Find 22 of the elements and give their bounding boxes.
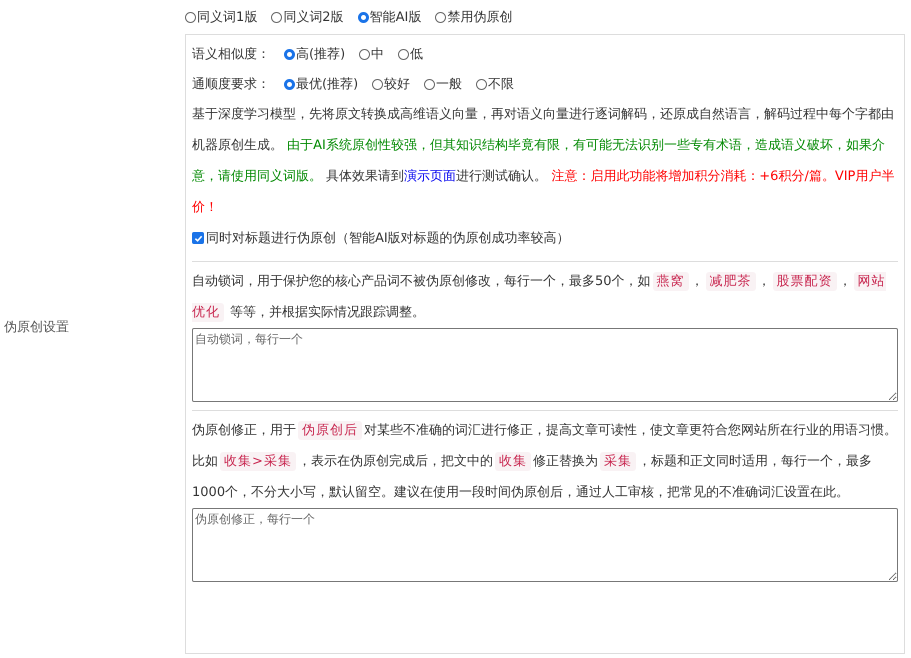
similarity-radio[interactable]: 高(推荐) — [284, 45, 346, 63]
ai-description: 基于深度学习模型，先将原文转换成高维语义向量，再对语义向量进行逐词解码，还原成自然语言，解码过程中每个字都由机器原创生成。 由于AI系统原创性较强，但其知识结构毕竟有限，有可能无法识别一些专有术语，造成语义破坏，如果介意，请使用同义词版。 具体效果请到演示页面进行测试确认。 注意：启用此功能将增加积分消耗：+6积分/篇。VIP用户半价！ — [192, 106, 896, 217]
similarity-radio[interactable]: 中 — [359, 45, 384, 63]
fluency-radio[interactable]: 最优(推荐) — [284, 75, 358, 93]
corrections-field[interactable]: 伪原创修正，每行一个 — [192, 508, 898, 582]
field-label: 通顺度要求： — [192, 76, 270, 93]
lock-words-description: 自动锁词，用于保护您的核心产品词不被伪原创修改，每行一个，最多50个，如 燕窝 ， 减肥茶 ， 股票配资 ， 网站优化 等等，并根据实际情况跟踪调整。 — [192, 271, 887, 324]
lock-words-field[interactable]: 自动锁词，每行一个 — [192, 328, 898, 402]
fluency-radio[interactable]: 一般 — [424, 75, 462, 93]
mode-radio[interactable]: 禁用伪原创 — [435, 8, 512, 26]
check-icon — [194, 234, 202, 242]
demo-page-link[interactable]: 演示页面 — [404, 169, 456, 184]
corrections-description: 伪原创修正，用于 伪原创后 对某些不准确的词汇进行修正，提高文章可读性，使文章更符合您网站所在行业的用语习惯。比如 收集>采集 ，表示在伪原创完成后，把文中的 收集 修正替换为 采集 ，标题和正文同时适用，每行一个，最多1000个，不分大小写，默认留空。建议在使用一段时间伪原创后，通过人工审核，把常见的不准确词汇设置在此。 — [192, 420, 898, 502]
mode-radio[interactable]: 同义词1版 — [185, 8, 258, 26]
section-label: 伪原创设置 — [4, 319, 69, 336]
fluency-radio[interactable]: 较好 — [372, 75, 410, 93]
mode-radio[interactable]: 同义词2版 — [271, 8, 344, 26]
mode-radio[interactable]: 智能AI版 — [358, 8, 422, 26]
field-label: 语义相似度： — [192, 46, 270, 63]
title-rewrite-checkbox[interactable]: 同时对标题进行伪原创（智能AI版对标题的伪原创成功率较高） — [192, 229, 570, 247]
similarity-radio[interactable]: 低 — [398, 45, 424, 63]
fluency-radio[interactable]: 不限 — [476, 75, 514, 93]
